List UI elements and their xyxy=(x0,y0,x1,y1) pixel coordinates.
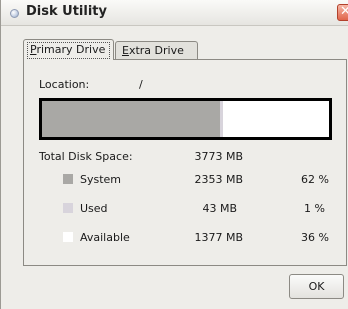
title-bar[interactable]: Disk Utility ✕ xyxy=(1,0,348,26)
app-icon xyxy=(10,9,19,18)
tab-extra-drive[interactable]: Extra Drive xyxy=(115,41,198,60)
system-size: 2353 MB xyxy=(194,173,243,186)
system-percent: 62 % xyxy=(301,173,329,186)
tab-extra-drive-label: Extra Drive xyxy=(122,44,184,57)
system-swatch xyxy=(63,174,73,184)
location-label: Location: xyxy=(39,78,90,91)
available-label: Available xyxy=(80,231,130,244)
available-swatch xyxy=(63,232,73,242)
used-size: 43 MB xyxy=(202,202,237,215)
used-swatch xyxy=(63,203,73,213)
ok-button[interactable]: OK xyxy=(289,274,344,299)
disk-usage-bar xyxy=(39,98,332,140)
tab-primary-drive-label: Primary Drive xyxy=(30,43,106,56)
available-percent: 36 % xyxy=(301,231,329,244)
disk-usage-bar-system xyxy=(42,101,220,137)
total-disk-space-value: 3773 MB xyxy=(194,150,243,163)
available-size: 1377 MB xyxy=(194,231,243,244)
location-value: / xyxy=(139,78,143,91)
total-disk-space-label: Total Disk Space: xyxy=(39,150,133,163)
used-percent: 1 % xyxy=(304,202,325,215)
tab-primary-drive[interactable]: Primary Drive xyxy=(23,39,114,60)
close-icon: ✕ xyxy=(340,4,348,19)
system-label: System xyxy=(80,173,122,186)
close-button[interactable]: ✕ xyxy=(337,4,348,21)
disk-usage-bar-used xyxy=(219,101,223,137)
disk-utility-window: Disk Utility ✕ Primary Drive Extra Drive… xyxy=(0,0,348,309)
window-title: Disk Utility xyxy=(26,4,107,19)
used-label: Used xyxy=(80,202,108,215)
